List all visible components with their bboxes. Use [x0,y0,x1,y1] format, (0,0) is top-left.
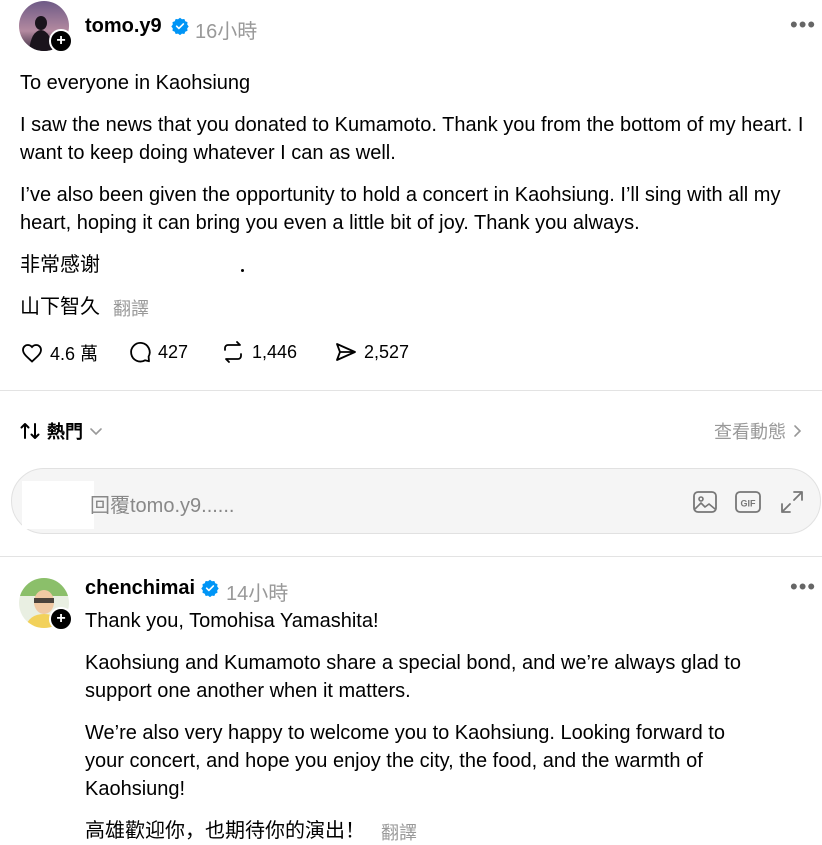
image-icon[interactable] [690,487,720,517]
divider [0,556,822,557]
svg-text:GIF: GIF [741,499,757,509]
post-paragraph: I’ve also been given the opportunity to … [20,184,781,234]
sort-dropdown[interactable]: 熱門 [19,418,103,444]
repost-icon [224,341,242,363]
repost-button[interactable]: 1,446 [220,340,297,364]
comment-count: 427 [158,341,189,362]
sort-arrows-icon [20,423,40,439]
share-count: 2,527 [364,341,410,362]
post-username[interactable]: tomo.y9 [85,15,162,38]
comment-paragraph: Thank you, Tomohisa Yamashita! [85,610,379,632]
follow-plus-icon[interactable]: + [49,607,73,631]
expand-icon[interactable] [777,487,807,517]
translate-link[interactable]: 翻譯 [113,295,149,321]
chevron-right-icon [794,425,802,437]
send-icon [336,343,356,361]
repost-count: 1,446 [252,341,298,362]
verified-badge-icon [171,17,189,40]
comment-icon [130,342,151,363]
share-button[interactable]: 2,527 [334,340,409,364]
divider [0,390,822,391]
gif-icon[interactable]: GIF [733,487,763,517]
reply-input[interactable]: 回覆tomo.y9...... GIF [11,468,821,534]
sort-label: 熱門 [47,422,83,442]
post-time: 16小時 [195,21,258,43]
view-activity-label: 查看動態 [714,422,786,442]
post-paragraph: I saw the news that you donated to Kumam… [20,114,804,164]
like-count: 4.6 萬 [50,344,99,364]
chevron-down-icon [90,428,102,436]
comment-paragraph: Kaohsiung and Kumamoto share a special b… [85,652,741,702]
more-options-icon[interactable]: ••• [790,574,816,600]
post-paragraph: 山下智久 [20,296,100,318]
comment-time: 14小時 [226,583,289,605]
translate-link[interactable]: 翻譯 [381,819,417,845]
dot-mark [241,269,244,272]
comment-paragraph: 高雄歡迎你，也期待你的演出！ [85,820,365,842]
avatar [22,481,94,529]
comment-username[interactable]: chenchimai [85,577,195,600]
heart-icon [22,344,42,363]
comment-paragraph: We’re also very happy to welcome you to … [85,722,725,800]
like-button[interactable]: 4.6 萬 [20,340,98,366]
verified-badge-icon [201,579,219,602]
more-options-icon[interactable]: ••• [790,12,816,38]
view-activity-link[interactable]: 查看動態 [714,418,804,444]
post-paragraph: To everyone in Kaohsiung [20,72,251,94]
post-paragraph: 非常感谢 [20,254,100,276]
reply-placeholder: 回覆tomo.y9...... [90,495,235,517]
follow-plus-icon[interactable]: + [49,29,73,53]
comment-button[interactable]: 427 [128,340,188,364]
